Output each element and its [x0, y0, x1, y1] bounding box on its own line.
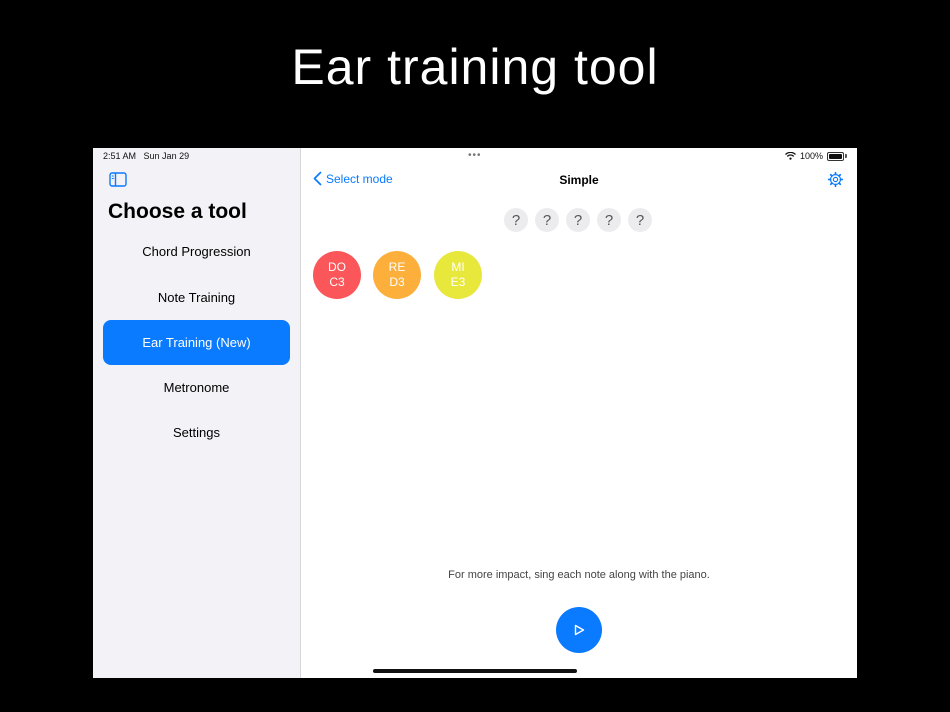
answer-slot: ? — [535, 208, 559, 232]
tool-item-label: Chord Progression — [142, 244, 251, 259]
tool-item-settings[interactable]: Settings — [103, 410, 290, 455]
note-pitch: C3 — [329, 275, 345, 289]
answer-slot: ? — [597, 208, 621, 232]
note-button-re[interactable]: RE D3 — [373, 251, 421, 299]
tool-item-metronome[interactable]: Metronome — [103, 365, 290, 410]
note-pitch: D3 — [389, 275, 405, 289]
battery-icon — [827, 151, 844, 161]
tool-item-label: Note Training — [157, 290, 236, 305]
tool-item-note-training[interactable]: Note Training — [103, 275, 290, 320]
mode-title: Simple — [559, 173, 599, 187]
note-pitch: E3 — [450, 275, 466, 289]
battery-percent: 100% — [799, 151, 823, 161]
answer-slot: ? — [566, 208, 590, 232]
main-panel: ••• 100% Select mode Simple ? ? ? ? ? DO… — [301, 148, 857, 678]
status-time: 2:51 AM Sun Jan 29 — [103, 151, 189, 161]
tool-item-ear-training[interactable]: Ear Training (New) — [103, 320, 290, 365]
sidebar: 2:51 AM Sun Jan 29 Choose a tool Chord P… — [93, 148, 301, 678]
note-solfege: MI — [451, 260, 465, 274]
tool-item-chord-progression[interactable]: Chord Progression — [103, 229, 290, 274]
status-date: Sun Jan 29 — [143, 151, 190, 161]
status-time-value: 2:51 AM — [103, 151, 137, 161]
tool-item-label: Ear Training (New) — [142, 335, 251, 350]
answer-slot: ? — [628, 208, 652, 232]
note-button-do[interactable]: DO C3 — [313, 251, 361, 299]
headline: Ear training tool — [291, 39, 659, 95]
sidebar-toggle-icon[interactable] — [109, 172, 127, 187]
sidebar-title: Choose a tool — [108, 200, 247, 223]
note-solfege: RE — [388, 260, 406, 274]
gear-icon[interactable] — [827, 171, 844, 188]
play-icon — [574, 624, 585, 636]
play-button[interactable] — [556, 607, 602, 653]
note-button-mi[interactable]: MI E3 — [434, 251, 482, 299]
answer-slot: ? — [504, 208, 528, 232]
hint-text: For more impact, sing each note along wi… — [448, 569, 710, 581]
battery-tip — [845, 154, 847, 158]
tool-item-label: Metronome — [163, 380, 230, 395]
tool-item-label: Settings — [173, 425, 220, 440]
wifi-icon — [785, 152, 796, 160]
ipad-screen: 2:51 AM Sun Jan 29 Choose a tool Chord P… — [93, 148, 857, 678]
home-indicator[interactable] — [373, 669, 577, 673]
status-indicators: 100% — [785, 151, 847, 161]
answer-slots: ? ? ? ? ? — [504, 208, 652, 232]
multitasking-dots[interactable]: ••• — [468, 150, 482, 161]
note-solfege: DO — [328, 260, 346, 274]
